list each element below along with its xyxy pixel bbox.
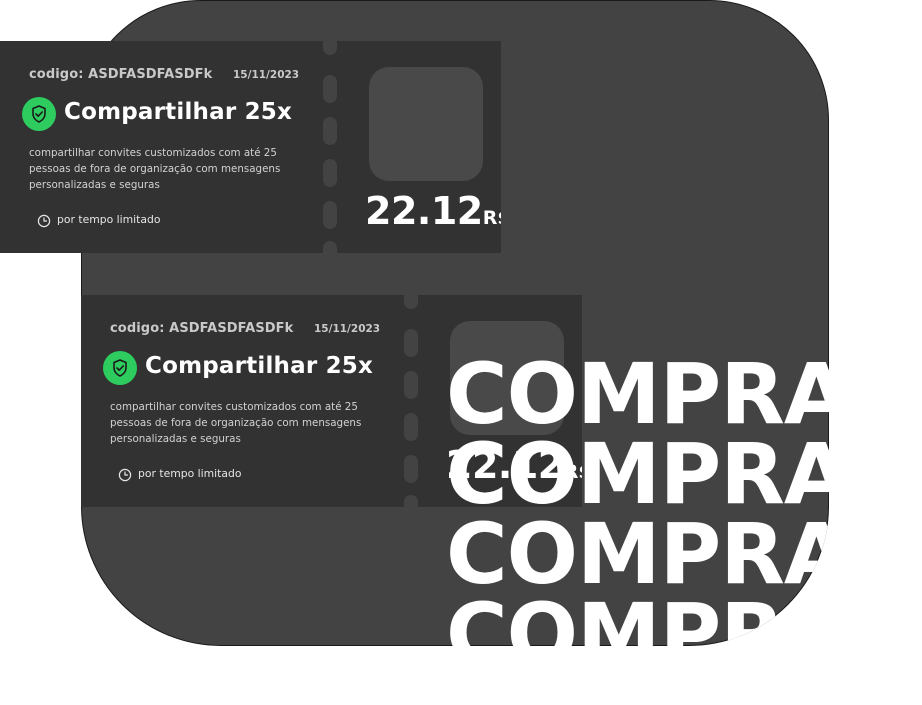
limited-time-label: por tempo limitado bbox=[57, 213, 161, 226]
perforation bbox=[323, 41, 337, 253]
coupon-description: compartilhar convites customizados com a… bbox=[110, 401, 362, 445]
coupon-code: codigo: ASDFASDFASDFk bbox=[29, 67, 213, 82]
clock-icon bbox=[118, 467, 132, 482]
coupon-image bbox=[369, 67, 483, 181]
coupon-card[interactable]: codigo: ASDFASDFASDFk 15/11/2023 Compart… bbox=[0, 41, 501, 253]
coupon-code: codigo: ASDFASDFASDFk bbox=[110, 321, 294, 336]
coupon-title: Compartilhar 25x bbox=[145, 353, 374, 379]
perforation bbox=[404, 295, 418, 507]
coupon-description: compartilhar convites customizados com a… bbox=[29, 147, 281, 191]
coupon-price: 22.12R$ bbox=[365, 189, 501, 233]
coupon-title: Compartilhar 25x bbox=[64, 99, 293, 125]
coupon-price: 22.12R$ bbox=[446, 443, 582, 487]
shield-check-icon bbox=[103, 351, 137, 385]
clock-icon bbox=[37, 213, 51, 228]
coupon-date: 15/11/2023 bbox=[233, 69, 300, 81]
coupon-date: 15/11/2023 bbox=[314, 323, 381, 335]
shield-check-icon bbox=[22, 97, 56, 131]
coupon-image bbox=[450, 321, 564, 435]
coupon-card[interactable]: codigo: ASDFASDFASDFk 15/11/2023 Compart… bbox=[81, 295, 582, 507]
limited-time-label: por tempo limitado bbox=[138, 467, 242, 480]
